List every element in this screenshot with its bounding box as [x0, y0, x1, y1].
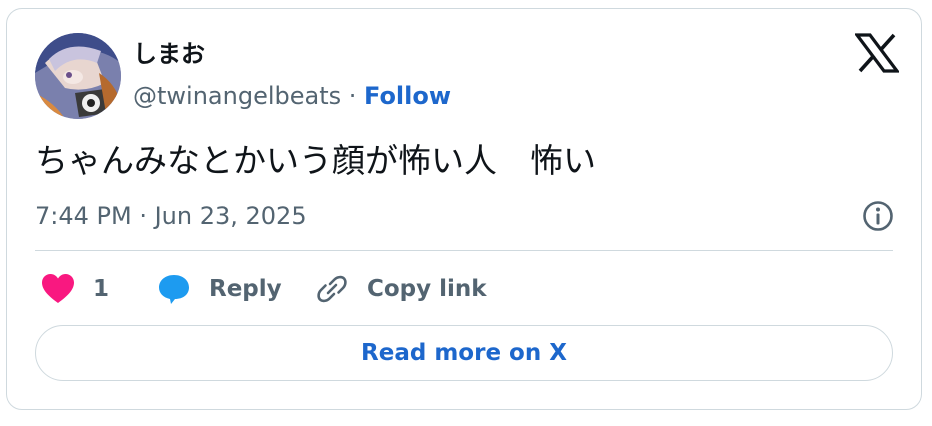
x-logo-icon[interactable]: [853, 33, 901, 73]
tweet-embed-card: しまお @twinangelbeats · Follow ちゃんみなとかいう顔が…: [6, 8, 922, 410]
handle-row: @twinangelbeats · Follow: [133, 81, 451, 111]
like-count: 1: [93, 276, 110, 302]
speech-bubble-icon: [159, 275, 189, 304]
user-handle[interactable]: @twinangelbeats: [133, 82, 341, 110]
avatar[interactable]: [35, 33, 121, 119]
divider: [35, 250, 893, 251]
copy-link-label: Copy link: [367, 276, 487, 302]
display-name[interactable]: しまお: [133, 39, 205, 69]
follow-link[interactable]: Follow: [364, 82, 451, 110]
read-more-button[interactable]: Read more on X: [35, 325, 893, 381]
handle-separator: ·: [341, 82, 365, 110]
link-icon: [317, 275, 347, 303]
copy-link-button[interactable]: Copy link: [315, 271, 487, 307]
like-button[interactable]: 1: [41, 271, 109, 307]
read-more-label: Read more on X: [361, 340, 567, 366]
info-icon[interactable]: [861, 199, 895, 233]
heart-icon: [42, 274, 74, 303]
tweet-text: ちゃんみなとかいう顔が怖い人 怖い: [35, 141, 596, 180]
reply-label: Reply: [209, 276, 282, 302]
reply-button[interactable]: Reply: [157, 271, 282, 307]
tweet-timestamp[interactable]: 7:44 PM · Jun 23, 2025: [35, 201, 307, 231]
